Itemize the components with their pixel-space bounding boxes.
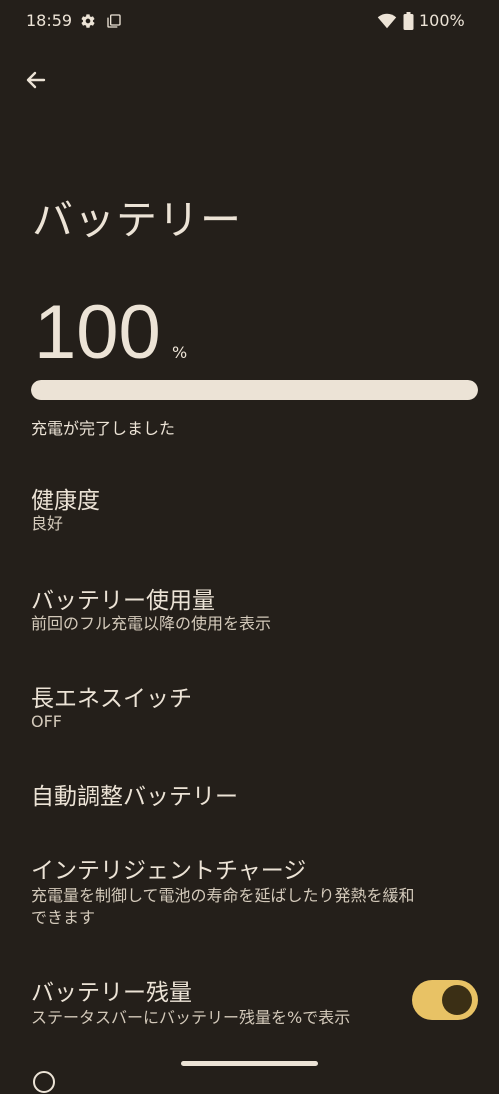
- pref-item-health[interactable]: 健康度 良好: [0, 470, 499, 546]
- pref-item-battery-usage[interactable]: バッテリー使用量 前回のフル充電以降の使用を表示: [0, 570, 499, 646]
- pref-summary: 前回のフル充電以降の使用を表示: [31, 614, 272, 633]
- charge-status: 充電が完了しました: [31, 419, 176, 438]
- battery-level-bar: [31, 380, 478, 400]
- battery-percentage-toggle[interactable]: [412, 980, 478, 1020]
- back-button[interactable]: [14, 58, 58, 102]
- battery-level-number: 100: [34, 290, 161, 375]
- pref-item-adaptive-battery[interactable]: 自動調整バッテリー: [0, 766, 499, 826]
- battery-level-unit: %: [172, 343, 188, 362]
- pref-item-intelligent-charge[interactable]: インテリジェントチャージ 充電量を制御して電池の寿命を延ばしたり発熱を緩和できま…: [0, 840, 499, 940]
- battery-level-bar-fill: [31, 380, 478, 400]
- status-bar: 18:59 100%: [0, 0, 499, 42]
- info-icon: [33, 1071, 55, 1093]
- screen-icon: [107, 14, 121, 28]
- status-battery-percent: 100%: [419, 11, 465, 30]
- pref-item-long-energy-switch[interactable]: 長エネスイッチ OFF: [0, 668, 499, 744]
- wifi-icon: [377, 13, 397, 29]
- status-time: 18:59: [26, 11, 73, 30]
- pref-title: 長エネスイッチ: [31, 686, 192, 712]
- pref-summary: OFF: [31, 712, 62, 731]
- pref-title: バッテリー残量: [31, 980, 192, 1006]
- page-title: バッテリー: [32, 196, 242, 244]
- pref-title: 健康度: [31, 488, 100, 514]
- pref-summary: 充電量を制御して電池の寿命を延ばしたり発熱を緩和できます: [31, 886, 415, 927]
- arrow-back-icon: [26, 71, 46, 89]
- pref-title: バッテリー使用量: [31, 588, 215, 614]
- pref-title: 自動調整バッテリー: [31, 784, 238, 810]
- pref-summary: ステータスバーにバッテリー残量を%で表示: [31, 1008, 351, 1027]
- gear-icon: [81, 14, 95, 28]
- gesture-nav-handle[interactable]: [181, 1061, 318, 1066]
- battery-icon: [403, 12, 414, 30]
- pref-summary: 良好: [31, 514, 64, 533]
- pref-title: インテリジェントチャージ: [31, 858, 307, 884]
- toggle-thumb: [442, 985, 472, 1015]
